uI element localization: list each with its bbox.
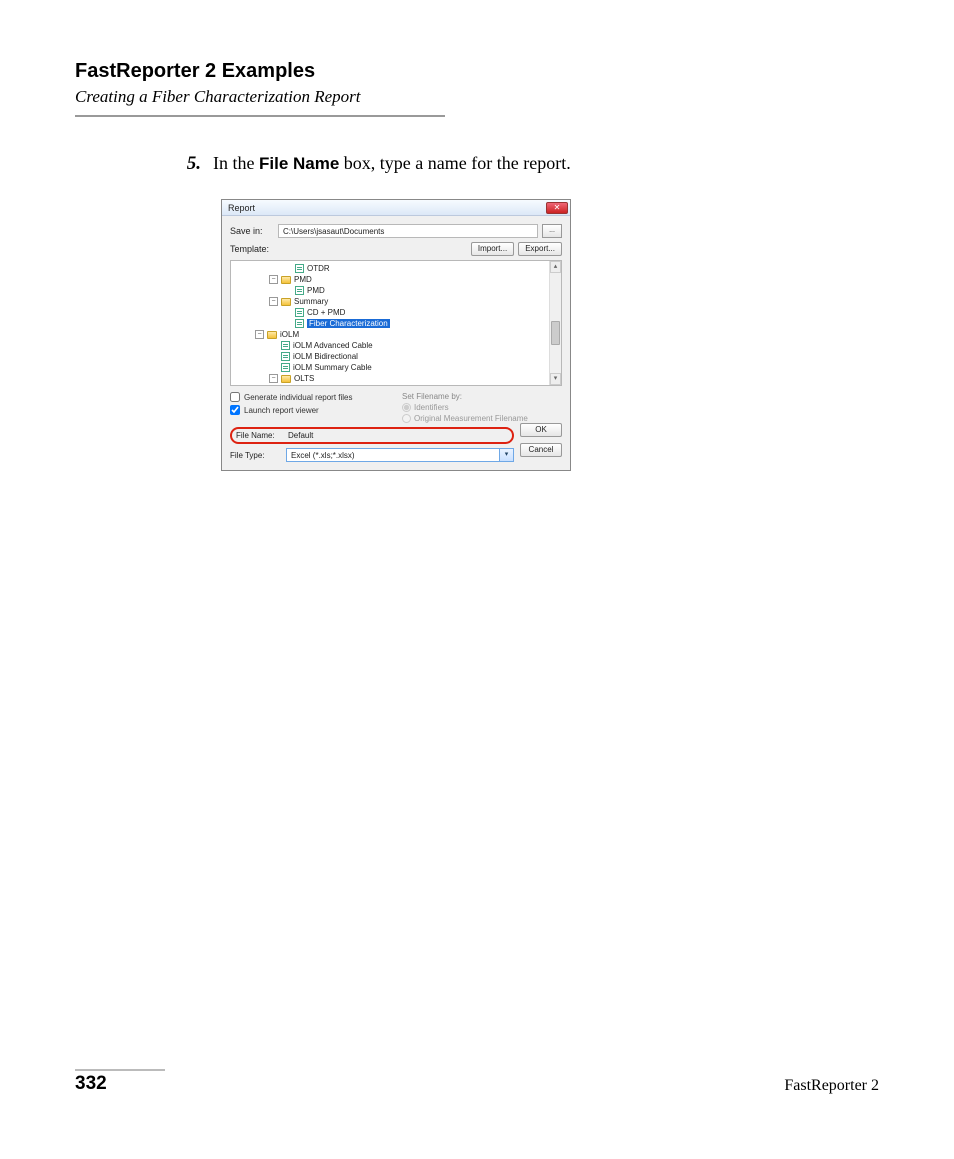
save-in-label: Save in: — [230, 226, 278, 236]
tree-item[interactable]: iOLM Bidirectional — [293, 352, 358, 361]
file-icon — [295, 319, 304, 328]
save-in-input[interactable]: C:\Users\jsasaut\Documents — [278, 224, 538, 238]
scroll-thumb[interactable] — [551, 321, 560, 345]
radio-label: Identifiers — [414, 403, 449, 412]
step-text-bold: File Name — [259, 154, 339, 173]
folder-icon — [267, 331, 277, 339]
close-button[interactable]: ✕ — [546, 202, 568, 214]
checkbox-label: Generate individual report files — [244, 393, 353, 402]
scroll-down-button[interactable]: ▾ — [550, 373, 561, 385]
scroll-up-button[interactable]: ▴ — [550, 261, 561, 273]
template-tree[interactable]: OTDR − PMD PMD − Summary CD + PMD Fiber Ch… — [230, 260, 562, 386]
collapse-icon[interactable]: − — [269, 374, 278, 383]
file-icon — [295, 286, 304, 295]
step-text-pre: In the — [213, 153, 259, 173]
collapse-icon[interactable]: − — [269, 275, 278, 284]
file-type-combo[interactable]: Excel (*.xls;*.xlsx) ▾ — [286, 448, 514, 462]
file-icon — [295, 385, 304, 386]
original-filename-radio: Original Measurement Filename — [402, 414, 562, 423]
import-button[interactable]: Import... — [471, 242, 514, 256]
tree-item[interactable]: Insertion Loss — [307, 385, 357, 386]
file-icon — [281, 363, 290, 372]
step-number: 5. — [183, 153, 213, 175]
chevron-down-icon: ▾ — [499, 449, 513, 461]
export-button[interactable]: Export... — [518, 242, 562, 256]
page-footer: 332 FastReporter 2 — [75, 1073, 879, 1095]
close-icon: ✕ — [554, 204, 561, 212]
file-type-label: File Type: — [230, 451, 286, 460]
step-text-post: box, type a name for the report. — [339, 153, 570, 173]
template-label: Template: — [230, 244, 278, 254]
cancel-button[interactable]: Cancel — [520, 443, 562, 457]
tree-item[interactable]: iOLM Summary Cable — [293, 363, 372, 372]
checkbox-input[interactable] — [230, 405, 240, 415]
combo-value: Excel (*.xls;*.xlsx) — [291, 451, 355, 460]
file-icon — [281, 352, 290, 361]
file-icon — [295, 264, 304, 273]
tree-item[interactable]: OLTS — [294, 374, 314, 383]
file-name-row-highlight: File Name: Default — [230, 427, 514, 444]
set-filename-group: Set Filename by: Identifiers Original Me… — [402, 392, 562, 423]
tree-item[interactable]: OTDR — [307, 264, 330, 273]
radio-input — [402, 403, 411, 412]
header-rule — [75, 115, 445, 117]
tree-item[interactable]: PMD — [294, 275, 312, 284]
report-dialog: Report ✕ Save in: C:\Users\jsasaut\Docum… — [221, 199, 571, 471]
product-name: FastReporter 2 — [784, 1077, 879, 1095]
tree-item[interactable]: iOLM — [280, 330, 299, 339]
chapter-title: FastReporter 2 Examples — [75, 60, 879, 83]
tree-item[interactable]: Summary — [294, 297, 328, 306]
radio-input — [402, 414, 411, 423]
folder-icon — [281, 375, 291, 383]
checkbox-label: Launch report viewer — [244, 406, 319, 415]
step-text: In the File Name box, type a name for th… — [213, 153, 571, 175]
file-name-label: File Name: — [236, 431, 288, 440]
collapse-icon[interactable]: − — [269, 297, 278, 306]
tree-item[interactable]: PMD — [307, 286, 325, 295]
tree-scrollbar[interactable]: ▴ ▾ — [549, 261, 561, 385]
section-subtitle: Creating a Fiber Characterization Report — [75, 87, 879, 107]
identifiers-radio: Identifiers — [402, 403, 562, 412]
browse-button[interactable]: ... — [542, 224, 562, 238]
checkbox-input[interactable] — [230, 392, 240, 402]
folder-icon — [281, 276, 291, 284]
instruction-step: 5. In the File Name box, type a name for… — [183, 153, 879, 175]
tree-item[interactable]: CD + PMD — [307, 308, 345, 317]
generate-individual-checkbox[interactable]: Generate individual report files — [230, 392, 390, 402]
file-icon — [281, 341, 290, 350]
footer-rule — [75, 1069, 165, 1071]
collapse-icon[interactable]: − — [255, 330, 264, 339]
tree-item[interactable]: iOLM Advanced Cable — [293, 341, 373, 350]
file-icon — [295, 308, 304, 317]
file-name-input[interactable]: Default — [288, 431, 508, 440]
folder-icon — [281, 298, 291, 306]
ok-button[interactable]: OK — [520, 423, 562, 437]
dialog-titlebar[interactable]: Report ✕ — [222, 200, 570, 216]
tree-item-selected[interactable]: Fiber Characterization — [307, 319, 390, 328]
page-number: 332 — [75, 1073, 107, 1095]
launch-viewer-checkbox[interactable]: Launch report viewer — [230, 405, 390, 415]
group-legend: Set Filename by: — [402, 392, 562, 401]
radio-label: Original Measurement Filename — [414, 414, 528, 423]
dialog-title: Report — [228, 203, 255, 213]
